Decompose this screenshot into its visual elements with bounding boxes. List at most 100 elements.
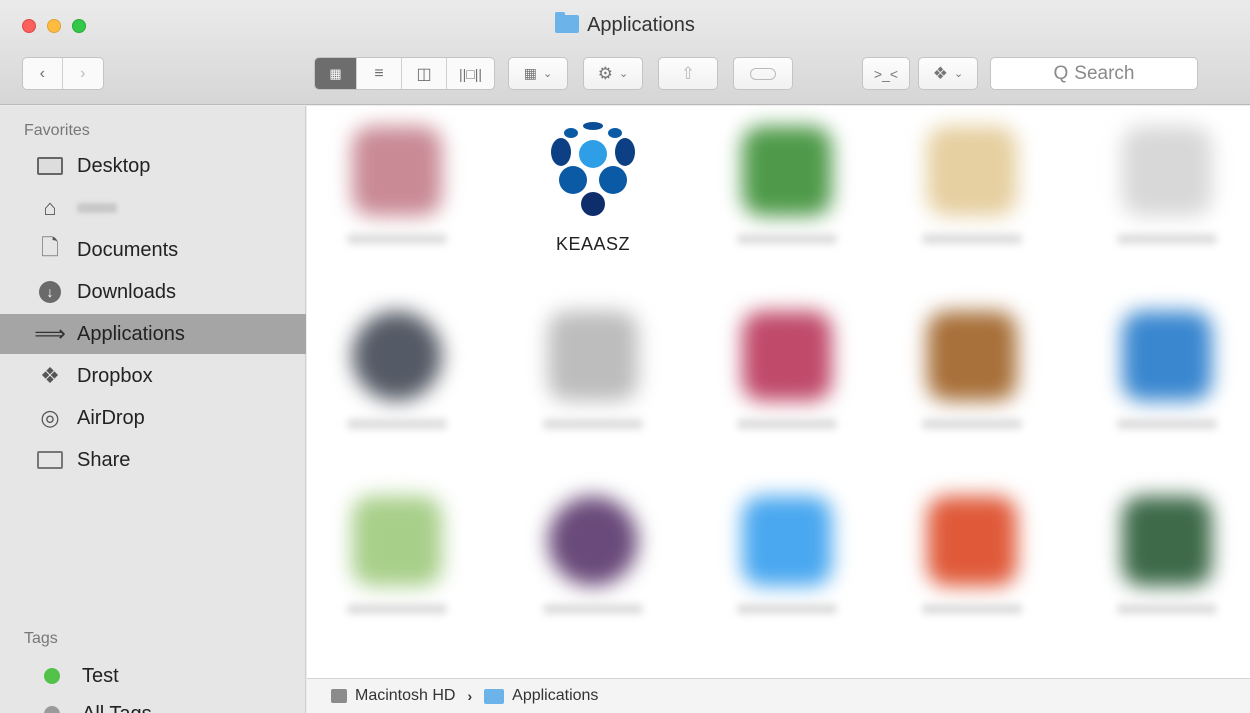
icon-view-button[interactable]: ▦ [315,58,357,89]
terminal-button[interactable]: >_< [862,57,910,90]
back-forward-control: ‹ › [22,57,104,90]
sidebar-item-documents[interactable]: 🗋 Documents [0,230,306,270]
downloads-icon: ↓ [35,279,65,305]
favorites-heading: Favorites [24,122,90,139]
app-item-blurred[interactable] [882,106,1062,276]
app-icon [352,496,442,586]
app-icon [1122,496,1212,586]
hard-drive-icon [331,689,347,703]
edit-tags-button[interactable] [733,57,793,90]
documents-icon: 🗋 [41,235,59,260]
tag-color-dot [44,668,60,684]
arrange-icon: ▦ [523,65,537,81]
path-segment-macintosh-hd[interactable]: Macintosh HD [355,687,455,705]
path-bar: Macintosh HD › Applications [307,678,1250,713]
app-item-blurred[interactable] [307,476,487,646]
app-item-blurred[interactable] [697,106,877,276]
app-item-blurred[interactable] [1077,106,1250,276]
window-title-text: Applications [587,14,695,36]
chevron-right-icon: › [80,64,86,82]
app-icon [548,496,638,586]
app-label [922,604,1022,614]
app-item-keaasz[interactable]: KEAASZ [503,106,683,276]
app-label [543,419,643,429]
sidebar-item-share[interactable]: Share [0,440,306,480]
airdrop-icon: ◎ [40,405,60,430]
app-item-blurred[interactable] [503,476,683,646]
forward-button[interactable]: › [63,58,103,89]
app-icon [352,126,442,216]
cover-flow-view-button[interactable]: ||□|| [447,58,494,89]
folder-icon [555,12,580,33]
action-button[interactable]: ⚙ ⌄ [583,57,643,90]
column-view-button[interactable]: ◫ [402,58,447,89]
keaasz-app-icon [551,122,635,216]
app-label [1117,604,1217,614]
app-label [1117,419,1217,429]
chevron-down-icon: ⌄ [543,68,553,80]
sidebar-item-desktop[interactable]: Desktop [0,146,306,186]
app-icon [1122,126,1212,216]
view-mode-control: ▦ ≡ ◫ ||□|| [314,57,495,90]
sidebar-item-label: Test [82,664,119,687]
sidebar-tag-all[interactable]: All Tags... [0,694,306,713]
app-label [737,604,837,614]
app-icon [927,126,1017,216]
column-view-icon: ◫ [416,65,432,83]
sidebar-item-downloads[interactable]: ↓ Downloads [0,272,306,312]
search-icon: Q [1053,62,1069,84]
search-input[interactable]: Q Search [990,57,1198,90]
app-item-blurred[interactable] [697,291,877,461]
app-label [922,234,1022,244]
app-item-blurred[interactable] [1077,476,1250,646]
path-separator: › [467,688,473,704]
sidebar-item-airdrop[interactable]: ◎ AirDrop [0,398,306,438]
window-title: Applications [0,12,1250,37]
sidebar-item-applications[interactable]: ⟹ Applications [0,314,306,354]
app-label [922,419,1022,429]
app-item-blurred[interactable] [503,291,683,461]
app-label: KEAASZ [555,234,631,254]
back-button[interactable]: ‹ [23,58,63,89]
list-view-button[interactable]: ≡ [357,58,402,89]
sidebar: Favorites Desktop ⌂ 🗋 Documents ↓ Downlo… [0,106,306,713]
app-icon [927,311,1017,401]
sidebar-tag-test[interactable]: Test [0,656,306,696]
dropbox-icon: ❖ [932,63,949,83]
folder-icon [35,447,65,473]
desktop-icon [35,153,65,179]
tags-heading: Tags [24,630,58,647]
cover-flow-icon: ||□|| [458,65,482,82]
app-icon [352,311,442,401]
app-icon [742,496,832,586]
app-icon [927,496,1017,586]
sidebar-item-label: Downloads [77,280,176,303]
arrange-button[interactable]: ▦ ⌄ [508,57,568,90]
app-item-blurred[interactable] [307,106,487,276]
app-label [737,234,837,244]
app-item-blurred[interactable] [1077,291,1250,461]
dropbox-icon: ❖ [40,363,60,388]
app-icon [742,311,832,401]
share-icon: ⇧ [680,63,696,83]
terminal-icon: >_< [873,65,899,82]
app-item-blurred[interactable] [697,476,877,646]
sidebar-item-label: Applications [77,322,185,345]
app-label [1117,234,1217,244]
share-button[interactable]: ⇧ [658,57,718,90]
app-item-blurred[interactable] [882,291,1062,461]
sidebar-item-label: Desktop [77,154,151,177]
app-item-blurred[interactable] [882,476,1062,646]
search-placeholder: Search [1074,62,1135,84]
sidebar-item-dropbox[interactable]: ❖ Dropbox [0,356,306,396]
app-item-blurred[interactable] [307,291,487,461]
applications-grid: KEAASZ [307,106,1250,678]
app-icon [1122,311,1212,401]
toolbar: Applications ‹ › ▦ ≡ ◫ ||□|| ▦ ⌄ ⚙ ⌄ ⇧ >_<… [0,0,1250,105]
sidebar-item-home[interactable]: ⌂ [0,188,306,228]
path-segment-applications[interactable]: Applications [512,687,598,705]
app-icon [742,126,832,216]
list-view-icon: ≡ [374,64,384,82]
chevron-down-icon: ⌄ [954,68,964,80]
dropbox-toolbar-button[interactable]: ❖ ⌄ [918,57,978,90]
